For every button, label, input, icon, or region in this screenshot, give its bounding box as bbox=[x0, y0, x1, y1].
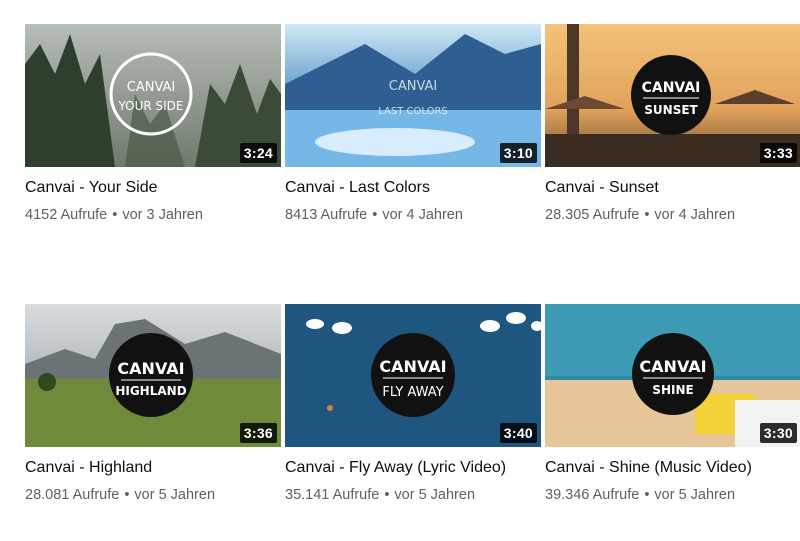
view-count: 35.141 Aufrufe bbox=[285, 487, 380, 503]
video-title[interactable]: Canvai - Shine (Music Video) bbox=[545, 458, 800, 478]
separator: • bbox=[384, 487, 390, 503]
svg-text:SHINE: SHINE bbox=[652, 383, 693, 397]
video-meta: 4152 Aufrufe • vor 3 Jahren bbox=[25, 205, 281, 225]
svg-text:CANVAI: CANVAI bbox=[639, 357, 706, 376]
video-title[interactable]: Canvai - Fly Away (Lyric Video) bbox=[285, 458, 541, 478]
view-count: 28.081 Aufrufe bbox=[25, 487, 120, 503]
separator: • bbox=[112, 207, 118, 223]
svg-text:YOUR SIDE: YOUR SIDE bbox=[117, 99, 183, 113]
svg-text:CANVAI: CANVAI bbox=[127, 80, 175, 95]
upload-age: vor 5 Jahren bbox=[134, 487, 216, 503]
svg-text:CANVAI: CANVAI bbox=[379, 357, 446, 376]
video-card[interactable]: CANVAI SHINE 3:30 Canvai - Shine (Music … bbox=[545, 304, 800, 505]
upload-age: vor 4 Jahren bbox=[382, 207, 463, 223]
upload-age: vor 4 Jahren bbox=[654, 207, 736, 223]
upload-age: vor 5 Jahren bbox=[654, 487, 736, 503]
video-meta: 35.141 Aufrufe • vor 5 Jahren bbox=[285, 485, 541, 505]
duration-badge: 3:33 bbox=[759, 143, 797, 163]
video-meta: 8413 Aufrufe • vor 4 Jahren bbox=[285, 205, 541, 225]
video-thumbnail[interactable]: CANVAI HIGHLAND 3:36 bbox=[25, 304, 281, 447]
upload-age: vor 3 Jahren bbox=[122, 207, 203, 223]
view-count: 39.346 Aufrufe bbox=[545, 487, 640, 503]
video-card[interactable]: CANVAI FLY AWAY 3:40 Canvai - Fly Away (… bbox=[285, 304, 541, 505]
view-count: 8413 Aufrufe bbox=[285, 207, 368, 223]
svg-text:FLY AWAY: FLY AWAY bbox=[382, 385, 443, 400]
video-title[interactable]: Canvai - Last Colors bbox=[285, 178, 541, 198]
svg-text:LAST COLORS: LAST COLORS bbox=[378, 106, 448, 117]
svg-text:CANVAI: CANVAI bbox=[117, 359, 184, 378]
video-thumbnail[interactable]: CANVAI FLY AWAY 3:40 bbox=[285, 304, 541, 447]
video-title[interactable]: Canvai - Your Side bbox=[25, 178, 281, 198]
view-count: 4152 Aufrufe bbox=[25, 207, 108, 223]
svg-text:HIGHLAND: HIGHLAND bbox=[115, 384, 186, 398]
duration-badge: 3:10 bbox=[499, 143, 537, 163]
video-card[interactable]: CANVAI HIGHLAND 3:36 Canvai - Highland 2… bbox=[25, 304, 281, 505]
video-thumbnail[interactable]: CANVAI LAST COLORS 3:10 bbox=[285, 24, 541, 167]
svg-text:CANVAI: CANVAI bbox=[642, 80, 701, 96]
svg-text:SUNSET: SUNSET bbox=[644, 103, 698, 117]
video-meta: 28.081 Aufrufe • vor 5 Jahren bbox=[25, 485, 281, 505]
video-card[interactable]: CANVAI YOUR SIDE 3:24 Canvai - Your Side… bbox=[25, 24, 281, 225]
separator: • bbox=[644, 207, 650, 223]
video-meta: 39.346 Aufrufe • vor 5 Jahren bbox=[545, 485, 800, 505]
separator: • bbox=[644, 487, 650, 503]
video-card[interactable]: CANVAI SUNSET 3:33 Canvai - Sunset 28.30… bbox=[545, 24, 800, 225]
text-logo-icon: CANVAI bbox=[389, 79, 437, 94]
video-thumbnail[interactable]: CANVAI YOUR SIDE 3:24 bbox=[25, 24, 281, 167]
duration-badge: 3:24 bbox=[239, 143, 277, 163]
duration-badge: 3:40 bbox=[499, 423, 537, 443]
upload-age: vor 5 Jahren bbox=[394, 487, 476, 503]
video-thumbnail[interactable]: CANVAI SHINE 3:30 bbox=[545, 304, 800, 447]
video-grid: CANVAI YOUR SIDE 3:24 Canvai - Your Side… bbox=[0, 0, 800, 541]
duration-badge: 3:36 bbox=[239, 423, 277, 443]
video-meta: 28.305 Aufrufe • vor 4 Jahren bbox=[545, 205, 800, 225]
video-thumbnail[interactable]: CANVAI SUNSET 3:33 bbox=[545, 24, 800, 167]
duration-badge: 3:30 bbox=[759, 423, 797, 443]
separator: • bbox=[124, 487, 130, 503]
video-card[interactable]: CANVAI LAST COLORS 3:10 Canvai - Last Co… bbox=[285, 24, 541, 225]
separator: • bbox=[372, 207, 378, 223]
view-count: 28.305 Aufrufe bbox=[545, 207, 640, 223]
video-title[interactable]: Canvai - Highland bbox=[25, 458, 281, 478]
video-title[interactable]: Canvai - Sunset bbox=[545, 178, 800, 198]
